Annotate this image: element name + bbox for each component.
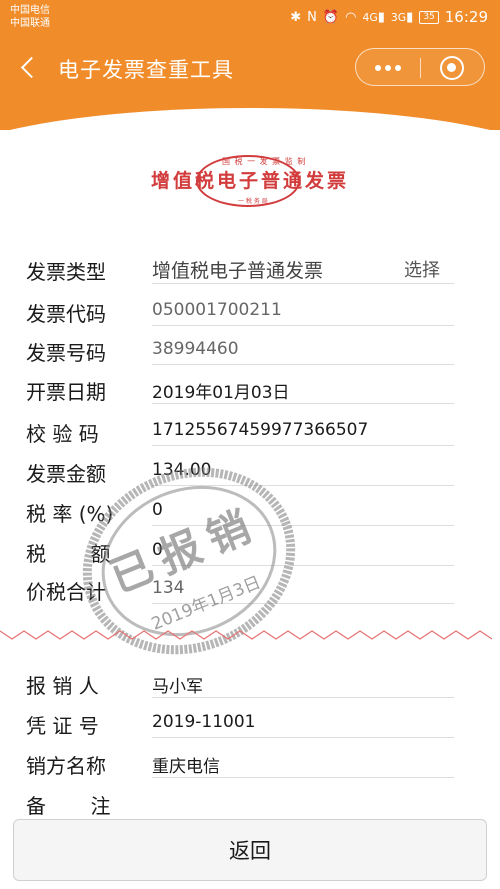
invoice-code-label: 发票代码 bbox=[26, 302, 106, 326]
nfc-icon: N bbox=[307, 9, 317, 25]
return-button[interactable]: 返回 bbox=[13, 819, 487, 881]
reimburse-person-input[interactable]: 马小军 bbox=[152, 672, 203, 697]
status-time: 16:29 bbox=[444, 8, 488, 26]
field-invoice-code: 发票代码 050001700211 bbox=[0, 290, 500, 328]
field-invoice-type: 发票类型 增值税电子普通发票 选择 bbox=[0, 248, 500, 286]
navbar: 电子发票查重工具 bbox=[0, 46, 500, 90]
field-remark: 备 注 bbox=[0, 782, 500, 820]
remark-label: 备 注 bbox=[26, 794, 111, 818]
more-icon[interactable] bbox=[370, 57, 406, 79]
voucher-number-label: 凭 证 号 bbox=[26, 714, 99, 738]
voucher-number-input[interactable]: 2019-11001 bbox=[152, 712, 255, 732]
carrier-1: 中国电信 bbox=[10, 5, 50, 16]
invoice-type-underline bbox=[152, 283, 454, 284]
invoice-code-input[interactable]: 050001700211 bbox=[152, 300, 282, 320]
zigzag-divider bbox=[0, 630, 493, 640]
invoice-type-value[interactable]: 增值税电子普通发票 bbox=[152, 256, 323, 283]
bluetooth-icon: ✱ bbox=[290, 9, 302, 25]
reimburse-person-underline bbox=[152, 697, 454, 698]
voucher-number-underline bbox=[152, 737, 454, 738]
invoice-number-underline bbox=[152, 364, 454, 365]
field-invoice-date: 开票日期 2019年01月03日 bbox=[0, 368, 500, 406]
page-title: 电子发票查重工具 bbox=[58, 58, 234, 82]
battery-icon: 35 bbox=[419, 10, 439, 24]
select-invoice-type-button[interactable]: 选择 bbox=[404, 256, 440, 282]
field-check-code: 校 验 码 17125567459977366507 bbox=[0, 410, 500, 448]
field-invoice-number: 发票号码 38994460 bbox=[0, 329, 500, 367]
carrier-2: 中国联通 bbox=[10, 18, 50, 29]
alarm-icon: ⏰ bbox=[322, 9, 340, 25]
invoice-code-underline bbox=[152, 325, 454, 326]
seller-name-label: 销方名称 bbox=[26, 754, 106, 778]
field-seller-name: 销方名称 重庆电信 bbox=[0, 742, 500, 780]
capsule-divider bbox=[420, 58, 421, 78]
invoice-type-label: 发票类型 bbox=[26, 260, 106, 284]
invoice-date-underline bbox=[152, 403, 454, 404]
wifi-icon: ◠ bbox=[345, 9, 357, 25]
mini-program-capsule bbox=[355, 48, 485, 86]
carrier-info: 中国电信 中国联通 bbox=[10, 4, 50, 30]
signal-4g-label: 4G bbox=[362, 10, 378, 24]
signal-4g-icon: 4G▮ bbox=[362, 9, 385, 25]
signal-3g-icon: 3G▮ bbox=[390, 9, 414, 25]
seller-name-underline bbox=[152, 777, 454, 778]
invoice-title: 增值税电子普通发票 bbox=[150, 170, 349, 192]
close-mini-program-icon[interactable] bbox=[440, 56, 464, 80]
invoice-number-label: 发票号码 bbox=[26, 341, 106, 365]
status-bar: 中国电信 中国联通 ✱ N ⏰ ◠ 4G▮ 3G▮ 35 16:29 bbox=[0, 0, 500, 34]
invoice-date-label: 开票日期 bbox=[26, 380, 106, 404]
reimburse-person-label: 报 销 人 bbox=[26, 674, 99, 698]
invoice-number-input[interactable]: 38994460 bbox=[152, 339, 239, 359]
back-icon[interactable] bbox=[18, 52, 42, 82]
field-reimburse-person: 报 销 人 马小军 bbox=[0, 662, 500, 700]
check-code-underline bbox=[152, 445, 454, 446]
header-curve bbox=[0, 108, 500, 130]
status-icons: ✱ N ⏰ ◠ 4G▮ 3G▮ 35 16:29 bbox=[290, 8, 488, 26]
seal-bottom-text: 一 税 务 局 bbox=[238, 198, 268, 205]
check-code-input[interactable]: 17125567459977366507 bbox=[152, 420, 368, 440]
signal-3g-label: 3G bbox=[390, 10, 407, 24]
field-voucher-number: 凭 证 号 2019-11001 bbox=[0, 702, 500, 740]
check-code-label: 校 验 码 bbox=[26, 422, 99, 446]
invoice-date-input[interactable]: 2019年01月03日 bbox=[152, 378, 290, 403]
seller-name-input[interactable]: 重庆电信 bbox=[152, 752, 220, 777]
